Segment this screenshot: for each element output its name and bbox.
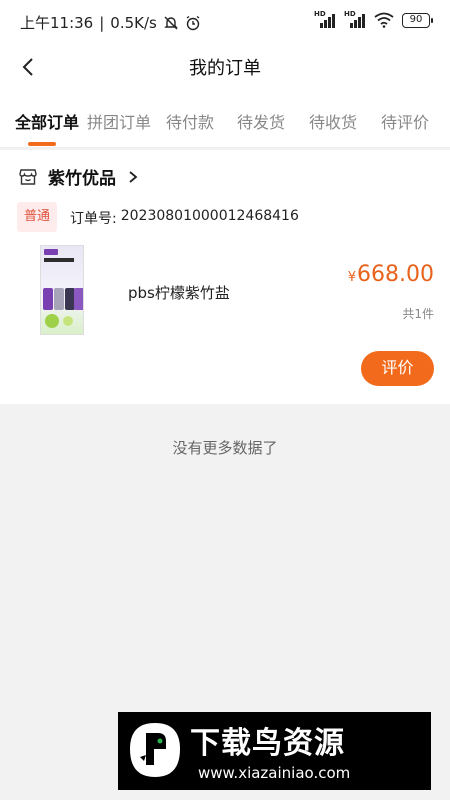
product-price: ¥668.00 — [348, 262, 434, 287]
tab-pending-payment[interactable]: 待付款 — [166, 109, 214, 133]
product-image[interactable] — [40, 245, 84, 335]
tab-pending-review[interactable]: 待评价 — [381, 109, 429, 133]
active-tab-indicator — [28, 142, 56, 146]
review-button[interactable]: 评价 — [361, 351, 434, 386]
wifi-icon — [374, 12, 394, 28]
signal-icon: HD — [344, 10, 366, 28]
tab-pending-shipment[interactable]: 待发货 — [237, 109, 285, 133]
status-time: 上午11:36 — [20, 14, 94, 32]
watermark-url: www.xiazainiao.com — [198, 764, 351, 782]
order-number: 订单号: 20230801000012468416 — [70, 208, 299, 228]
battery-icon: 90 — [402, 12, 433, 28]
tab-group-orders[interactable]: 拼团订单 — [87, 109, 151, 133]
status-left: 上午11:36 | 0.5K/s — [20, 12, 201, 33]
nav-bar: 我的订单 — [0, 44, 450, 90]
currency-symbol: ¥ — [347, 270, 357, 285]
signal-icon: HD — [314, 10, 336, 28]
bird-logo-icon — [130, 723, 180, 777]
tab-pending-receipt[interactable]: 待收货 — [309, 109, 357, 133]
watermark-title: 下载鸟资源 — [190, 726, 345, 761]
order-card[interactable]: 紫竹优品 普通 订单号: 20230801000012468416 pbs柠檬紫… — [0, 150, 450, 404]
status-bar: 上午11:36 | 0.5K/s HD HD 90 — [0, 0, 450, 44]
shop-row[interactable]: 紫竹优品 — [18, 164, 140, 189]
order-number-value: 20230801000012468416 — [120, 208, 299, 224]
order-number-label: 订单号: — [70, 211, 117, 227]
watermark: 下载鸟资源 www.xiazainiao.com — [118, 712, 431, 790]
page-title: 我的订单 — [189, 58, 261, 79]
network-speed: 0.5K/s — [110, 13, 157, 32]
shop-name: 紫竹优品 — [48, 169, 116, 189]
status-right: HD HD 90 — [314, 10, 433, 28]
mute-bell-icon — [164, 16, 178, 29]
price-value: 668.00 — [357, 262, 434, 287]
order-tabs: 全部订单 拼团订单 待付款 待发货 待收货 待评价 — [0, 90, 450, 148]
chevron-right-icon — [129, 170, 138, 183]
order-type-badge: 普通 — [17, 202, 57, 232]
store-icon — [19, 168, 37, 185]
tab-all-orders[interactable]: 全部订单 — [15, 109, 79, 133]
status-separator: | — [99, 13, 105, 32]
alarm-icon — [186, 15, 200, 30]
item-quantity: 共1件 — [402, 307, 434, 321]
no-more-data-text: 没有更多数据了 — [172, 439, 278, 457]
product-name[interactable]: pbs柠檬紫竹盐 — [128, 282, 230, 303]
